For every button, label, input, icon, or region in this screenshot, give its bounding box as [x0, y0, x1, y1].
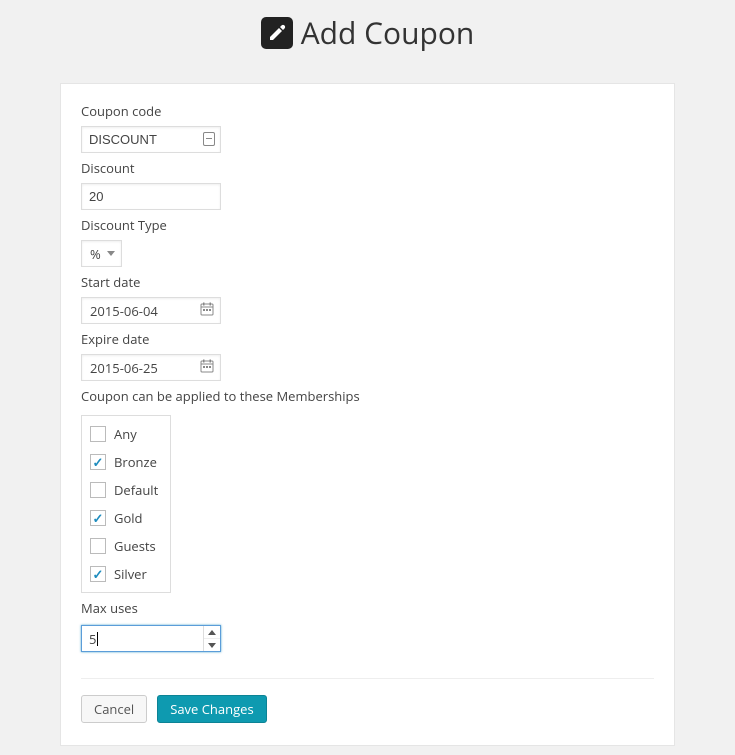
- membership-gold-checkbox[interactable]: [90, 510, 106, 526]
- membership-default-checkbox[interactable]: [90, 482, 106, 498]
- chevron-down-icon: [208, 643, 216, 648]
- coupon-form-panel: Coupon code Discount Discount Type % Sta…: [60, 83, 675, 746]
- form-buttons: Cancel Save Changes: [81, 695, 654, 723]
- discount-label: Discount: [81, 159, 654, 177]
- edit-icon: [261, 17, 293, 49]
- max-uses-label: Max uses: [81, 599, 654, 617]
- start-date-input[interactable]: 2015-06-04: [81, 297, 221, 324]
- cancel-button[interactable]: Cancel: [81, 695, 147, 723]
- chevron-down-icon: [107, 251, 115, 256]
- save-button[interactable]: Save Changes: [157, 695, 266, 723]
- membership-item: Any: [90, 420, 158, 448]
- step-up-button[interactable]: [204, 626, 220, 639]
- memberships-label: Coupon can be applied to these Membershi…: [81, 387, 654, 405]
- divider: [81, 678, 654, 679]
- page-title: Add Coupon: [261, 12, 475, 53]
- start-date-label: Start date: [81, 273, 654, 291]
- max-uses-input[interactable]: 5: [81, 625, 221, 652]
- membership-item-label: Default: [114, 481, 158, 499]
- coupon-code-input[interactable]: [81, 126, 221, 153]
- membership-guests-checkbox[interactable]: [90, 538, 106, 554]
- memberships-list: Any Bronze Default Gold Guests Silver: [81, 415, 171, 593]
- expire-date-label: Expire date: [81, 330, 654, 348]
- expire-date-value: 2015-06-25: [90, 359, 158, 377]
- step-down-button[interactable]: [204, 639, 220, 651]
- membership-item-label: Silver: [114, 565, 147, 583]
- number-stepper: [204, 626, 220, 651]
- membership-item: Default: [90, 476, 158, 504]
- membership-item: Gold: [90, 504, 158, 532]
- page-title-text: Add Coupon: [301, 12, 475, 53]
- page-header: Add Coupon: [0, 0, 735, 53]
- membership-item-label: Bronze: [114, 453, 157, 471]
- start-date-value: 2015-06-04: [90, 302, 158, 320]
- discount-type-select[interactable]: %: [81, 240, 122, 267]
- membership-item: Bronze: [90, 448, 158, 476]
- membership-any-checkbox[interactable]: [90, 426, 106, 442]
- text-cursor: [97, 632, 98, 646]
- discount-type-value: %: [90, 245, 101, 263]
- coupon-code-label: Coupon code: [81, 102, 654, 120]
- membership-item: Guests: [90, 532, 158, 560]
- discount-type-label: Discount Type: [81, 216, 654, 234]
- membership-bronze-checkbox[interactable]: [90, 454, 106, 470]
- membership-item-label: Any: [114, 425, 137, 443]
- calendar-icon: [200, 359, 214, 377]
- membership-item-label: Guests: [114, 537, 156, 555]
- expire-date-input[interactable]: 2015-06-25: [81, 354, 221, 381]
- membership-item: Silver: [90, 560, 158, 588]
- membership-item-label: Gold: [114, 509, 143, 527]
- discount-input[interactable]: [81, 183, 221, 210]
- max-uses-value: 5: [82, 626, 204, 651]
- membership-silver-checkbox[interactable]: [90, 566, 106, 582]
- autofill-icon: [203, 132, 215, 150]
- chevron-up-icon: [208, 630, 216, 635]
- calendar-icon: [200, 302, 214, 320]
